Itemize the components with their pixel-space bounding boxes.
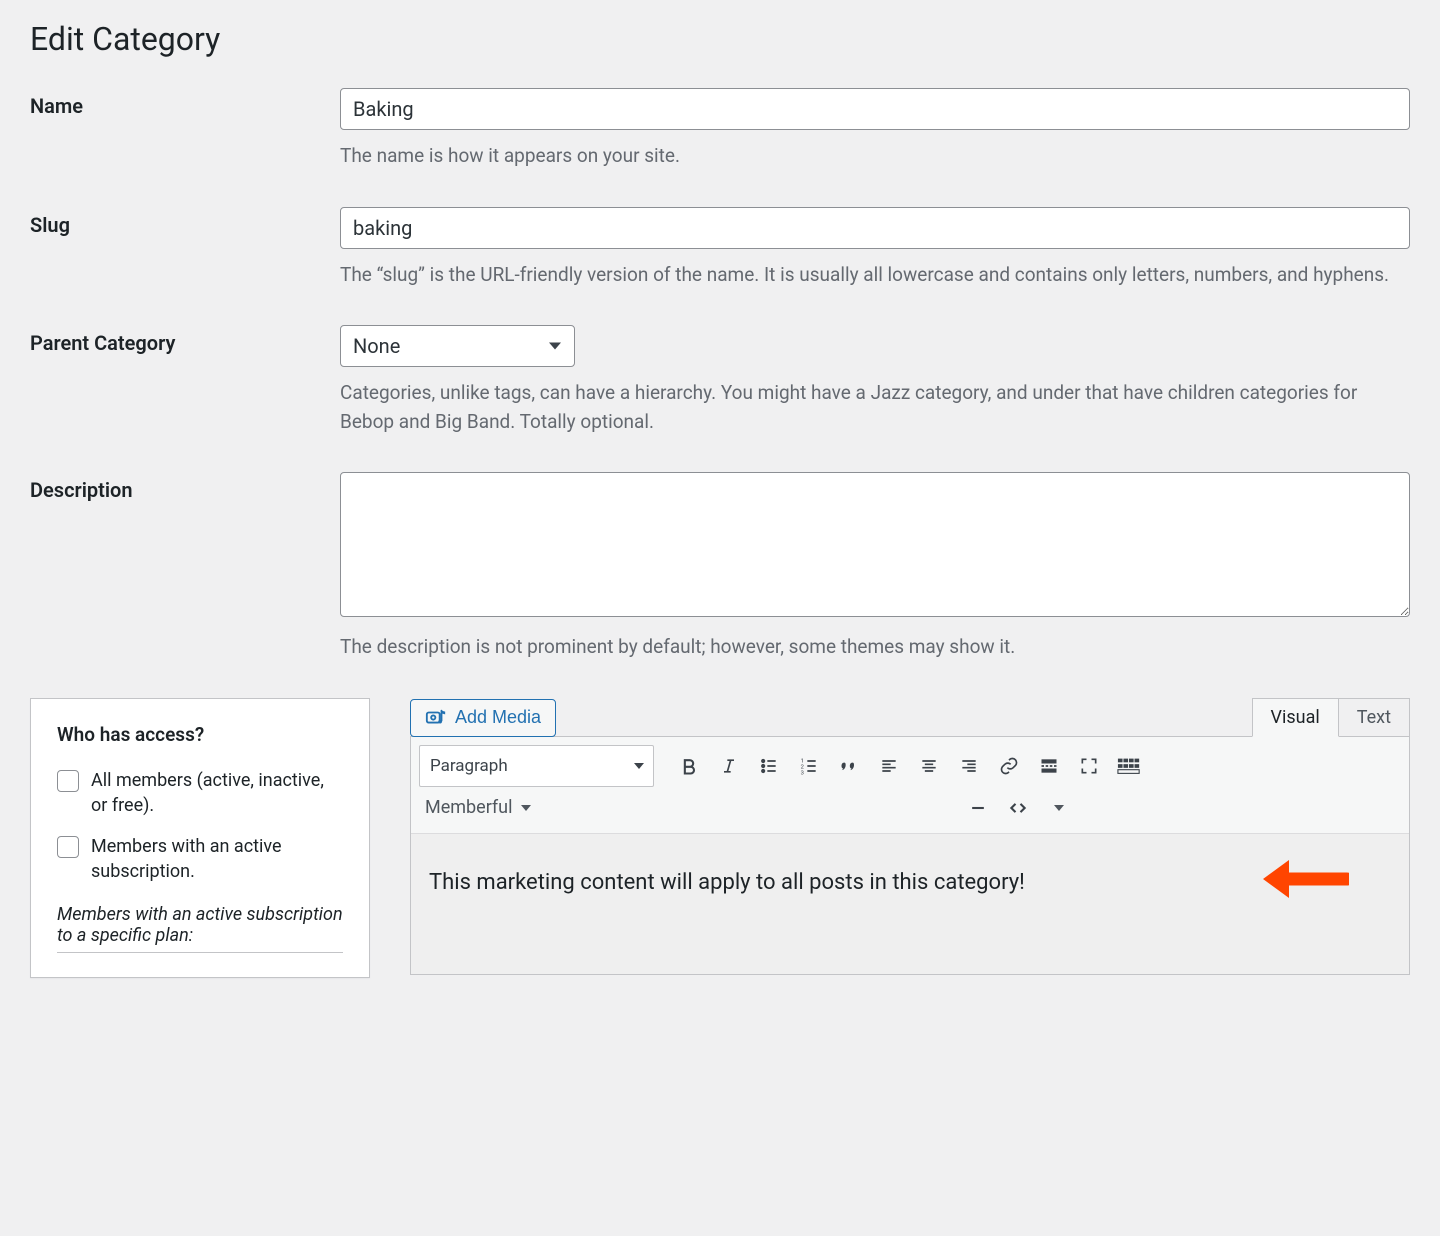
chevron-down-icon (521, 805, 531, 811)
toolbar-toggle-icon[interactable] (1112, 749, 1146, 783)
slug-input[interactable] (340, 207, 1410, 249)
parent-select[interactable]: None (340, 325, 575, 367)
italic-icon[interactable] (712, 749, 746, 783)
parent-label: Parent Category (30, 325, 340, 355)
numbered-list-icon[interactable]: 123 (792, 749, 826, 783)
description-helper: The description is not prominent by defa… (340, 633, 1410, 662)
rich-text-editor: Paragraph 123 (410, 736, 1410, 975)
chevron-down-icon[interactable] (1041, 791, 1075, 825)
tab-text[interactable]: Text (1338, 698, 1410, 737)
link-icon[interactable] (992, 749, 1026, 783)
slug-label: Slug (30, 207, 340, 237)
page-title: Edit Category (30, 20, 1410, 58)
bullet-list-icon[interactable] (752, 749, 786, 783)
editor-text: This marketing content will apply to all… (429, 870, 1025, 895)
annotation-arrow-icon (1259, 852, 1349, 906)
access-heading: Who has access? (57, 723, 343, 746)
name-input[interactable] (340, 88, 1410, 130)
horizontal-rule-icon[interactable] (961, 791, 995, 825)
tab-visual[interactable]: Visual (1252, 698, 1339, 737)
camera-music-icon (425, 707, 447, 729)
align-right-icon[interactable] (952, 749, 986, 783)
name-label: Name (30, 88, 340, 118)
access-active-checkbox[interactable] (57, 836, 79, 858)
parent-helper: Categories, unlike tags, can have a hier… (340, 379, 1410, 436)
add-media-label: Add Media (455, 707, 541, 728)
bold-icon[interactable] (672, 749, 706, 783)
name-helper: The name is how it appears on your site. (340, 142, 1410, 171)
slug-helper: The “slug” is the URL-friendly version o… (340, 261, 1410, 290)
memberful-dropdown[interactable]: Memberful (419, 793, 537, 822)
description-label: Description (30, 472, 340, 502)
align-center-icon[interactable] (912, 749, 946, 783)
access-active-label: Members with an active subscription. (91, 834, 343, 884)
description-textarea[interactable] (340, 472, 1410, 617)
blockquote-icon[interactable] (832, 749, 866, 783)
access-plan-heading: Members with an active subscription to a… (57, 904, 343, 953)
editor-content-area[interactable]: This marketing content will apply to all… (411, 834, 1409, 974)
access-metabox: Who has access? All members (active, ina… (30, 698, 370, 979)
memberful-label: Memberful (425, 797, 513, 818)
svg-text:3: 3 (801, 770, 804, 776)
fullscreen-icon[interactable] (1072, 749, 1106, 783)
add-media-button[interactable]: Add Media (410, 699, 556, 737)
access-all-checkbox[interactable] (57, 770, 79, 792)
access-all-label: All members (active, inactive, or free). (91, 768, 343, 818)
format-select[interactable]: Paragraph (419, 745, 654, 787)
align-left-icon[interactable] (872, 749, 906, 783)
read-more-icon[interactable] (1032, 749, 1066, 783)
code-icon[interactable] (1001, 791, 1035, 825)
